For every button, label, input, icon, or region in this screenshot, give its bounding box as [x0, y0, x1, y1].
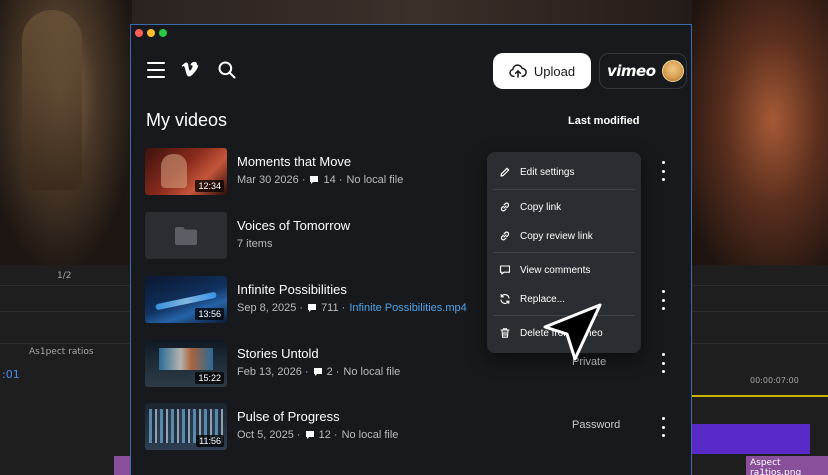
menu-divider — [493, 252, 635, 253]
duration-badge: 15:22 — [195, 372, 224, 384]
privacy-setting[interactable]: Password — [572, 419, 620, 431]
comment-count: 12 · — [318, 429, 338, 441]
sort-dropdown[interactable]: Last modified — [568, 115, 640, 127]
menu-item-copy-review-link[interactable]: Copy review link — [487, 222, 641, 250]
account-button[interactable]: vimeo — [599, 53, 687, 89]
editor-timecode-right: 00:00:07:00 — [750, 376, 799, 385]
pencil-icon — [500, 167, 510, 177]
menu-item-label: View comments — [520, 264, 591, 276]
close-window-button[interactable] — [135, 29, 143, 37]
refresh-icon — [500, 294, 510, 304]
video-title[interactable]: Pulse of Progress — [237, 409, 340, 424]
video-row[interactable]: 11:56 Pulse of Progress Oct 5, 2025 · 12… — [145, 403, 685, 453]
top-bar: Upload vimeo — [131, 41, 691, 101]
video-date: Sep 8, 2025 · — [237, 302, 304, 314]
link-icon — [500, 202, 510, 212]
comment-count: 14 · — [323, 174, 343, 186]
folder-item-count: 7 items — [237, 238, 273, 250]
avatar — [661, 60, 684, 82]
background-photo-right — [690, 0, 828, 268]
minimize-window-button[interactable] — [147, 29, 155, 37]
menu-item-edit-settings[interactable]: Edit settings — [487, 158, 641, 186]
menu-divider — [493, 315, 635, 316]
video-title[interactable]: Moments that Move — [237, 154, 351, 169]
vimeo-window: Upload vimeo My videos Last modified 12:… — [130, 24, 692, 475]
local-file-link[interactable]: Infinite Possibilities.mp4 — [349, 302, 466, 314]
video-title[interactable]: Infinite Possibilities — [237, 282, 347, 297]
comment-icon — [313, 368, 322, 376]
page-title: My videos — [146, 110, 228, 130]
video-meta: Mar 30 2026 · 14 · No local file — [237, 174, 403, 186]
duration-badge: 11:56 — [196, 435, 224, 447]
duration-badge: 13:56 — [195, 308, 224, 320]
trash-icon — [500, 328, 510, 338]
folder-meta: 7 items — [237, 238, 272, 250]
menu-item-label: Copy link — [520, 201, 562, 213]
menu-item-label: Copy review link — [520, 230, 593, 242]
local-file-status: No local file — [343, 366, 401, 378]
local-file-status: No local file — [341, 429, 399, 441]
editor-clip-label: Aspect ra1tios.png — [750, 458, 802, 475]
video-meta: Sep 8, 2025 · 711 · Infinite Possibiliti… — [237, 302, 467, 314]
video-date: Oct 5, 2025 · — [237, 429, 301, 441]
video-meta: Oct 5, 2025 · 12 · No local file — [237, 429, 398, 441]
video-title[interactable]: Stories Untold — [237, 346, 319, 361]
hamburger-icon[interactable] — [147, 62, 165, 78]
menu-item-label: Replace... — [520, 293, 566, 305]
video-date: Mar 30 2026 · — [237, 174, 306, 186]
cloud-upload-icon — [509, 64, 527, 78]
comment-icon — [499, 265, 511, 275]
menu-item-replace[interactable]: Replace... — [487, 285, 641, 313]
editor-clip-purple[interactable] — [690, 424, 810, 454]
vimeo-wordmark: vimeo — [607, 62, 656, 80]
more-options-button[interactable] — [659, 353, 667, 373]
editor-sequence-tab[interactable]: As1pect ratios — [29, 347, 94, 357]
comment-icon — [308, 304, 317, 312]
menu-item-copy-link[interactable]: Copy link — [487, 193, 641, 221]
video-date: Feb 13, 2026 · — [237, 366, 309, 378]
upload-button[interactable]: Upload — [493, 53, 591, 89]
video-context-menu: Edit settings Copy link Copy review link… — [487, 152, 641, 353]
folder-title[interactable]: Voices of Tomorrow — [237, 218, 350, 233]
video-thumbnail[interactable]: 13:56 — [145, 276, 227, 323]
menu-item-delete[interactable]: Delete from Vimeo — [487, 319, 641, 347]
title-bar — [131, 25, 691, 41]
more-options-button[interactable] — [659, 161, 667, 181]
maximize-window-button[interactable] — [159, 29, 167, 37]
editor-clip-right[interactable]: Aspect ra1tios.png — [746, 456, 828, 475]
comment-count: 2 · — [326, 366, 340, 378]
duration-badge: 12:34 — [195, 180, 224, 192]
comment-count: 711 · — [321, 302, 346, 314]
video-thumbnail[interactable]: 12:34 — [145, 148, 227, 195]
video-thumbnail[interactable]: 15:22 — [145, 340, 227, 387]
editor-playhead-bar — [690, 395, 828, 397]
local-file-status: No local file — [346, 174, 404, 186]
link-icon — [500, 231, 510, 241]
editor-zoom-fraction[interactable]: 1/2 — [57, 271, 71, 281]
privacy-setting[interactable]: Private — [572, 356, 606, 368]
video-thumbnail[interactable]: 11:56 — [145, 403, 227, 450]
more-options-button[interactable] — [659, 417, 667, 437]
menu-item-label: Edit settings — [520, 166, 575, 178]
more-options-button[interactable] — [659, 290, 667, 310]
menu-divider — [493, 189, 635, 190]
folder-thumbnail[interactable] — [145, 212, 227, 259]
folder-icon — [175, 226, 197, 245]
comment-icon — [305, 431, 314, 439]
menu-item-label: Delete from Vimeo — [520, 327, 603, 339]
vimeo-v-icon[interactable] — [180, 59, 200, 79]
menu-item-view-comments[interactable]: View comments — [487, 256, 641, 284]
search-icon[interactable] — [217, 60, 237, 80]
editor-timecode: :01 — [2, 368, 20, 381]
comment-icon — [310, 176, 319, 184]
video-meta: Feb 13, 2026 · 2 · No local file — [237, 366, 400, 378]
background-figure — [22, 10, 82, 190]
upload-label: Upload — [533, 63, 576, 79]
